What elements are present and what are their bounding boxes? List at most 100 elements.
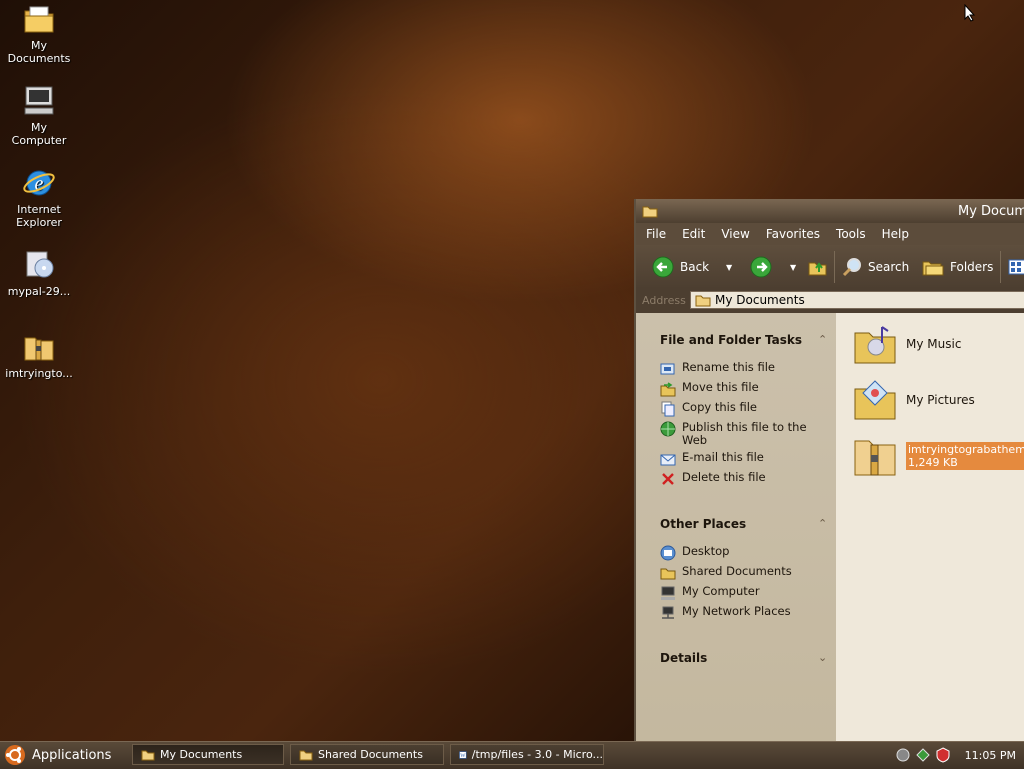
menu-tools[interactable]: Tools	[836, 227, 866, 241]
file-text-block: imtryingtograbathem 1,249 KB	[906, 442, 1024, 470]
copy-icon	[661, 401, 675, 417]
folders-button[interactable]: Folders	[922, 245, 993, 289]
computer-icon	[661, 586, 675, 600]
word-document-icon: W	[459, 750, 467, 759]
desktop-icon-zip[interactable]: imtryingto...	[0, 330, 78, 380]
task-copy[interactable]: Copy this file	[660, 401, 830, 417]
window-title: My Docum	[958, 204, 1024, 219]
file-item-my-pictures[interactable]: My Pictures	[852, 377, 975, 423]
address-field[interactable]: My Documents	[690, 291, 1024, 309]
back-arrow-icon	[652, 256, 674, 278]
file-name: imtryingtograbathem	[908, 443, 1024, 456]
menu-file[interactable]: File	[646, 227, 666, 241]
menu-view[interactable]: View	[721, 227, 749, 241]
taskbar-button-word[interactable]: W /tmp/files - 3.0 - Micro...	[450, 744, 604, 765]
file-item-my-music[interactable]: My Music	[852, 321, 961, 367]
forward-button[interactable]	[750, 245, 772, 289]
other-places-heading[interactable]: Other Places	[660, 517, 746, 531]
desktop-icon-label: Internet Explorer	[16, 203, 62, 229]
explorer-window[interactable]: My Docum File Edit View Favorites Tools …	[634, 199, 1024, 741]
chevron-down-icon[interactable]: ⌄	[818, 651, 827, 664]
internet-explorer-icon: e	[23, 170, 55, 196]
file-name: My Music	[906, 337, 962, 351]
file-item-zip[interactable]: imtryingtograbathem 1,249 KB	[852, 433, 1024, 479]
desktop-icon-internet-explorer[interactable]: e Internet Explorer	[0, 166, 78, 229]
task-label: Delete this file	[682, 470, 766, 484]
task-email[interactable]: E-mail this file	[660, 451, 830, 467]
ubuntu-logo-icon	[5, 745, 25, 765]
search-label: Search	[868, 260, 910, 274]
back-button[interactable]: Back	[652, 245, 709, 289]
task-rename[interactable]: Rename this file	[660, 361, 830, 377]
file-list: My Music My Pictures imtryingtograbathem	[836, 313, 1024, 741]
menu-bar: File Edit View Favorites Tools Help	[636, 223, 1024, 245]
folders-icon	[922, 261, 944, 276]
taskbar-button-my-documents[interactable]: My Documents	[132, 744, 284, 765]
music-folder-icon	[854, 326, 896, 364]
place-shared-documents[interactable]: Shared Documents	[660, 565, 830, 581]
place-label: My Computer	[682, 584, 760, 598]
chevron-up-icon[interactable]: ⌃	[818, 517, 827, 530]
details-heading[interactable]: Details	[660, 651, 707, 665]
place-desktop[interactable]: Desktop	[660, 545, 830, 561]
desktop-icon-mypal[interactable]: mypal-29...	[0, 248, 78, 298]
views-button[interactable]	[1008, 245, 1024, 289]
back-dropdown-button[interactable]: ▼	[726, 245, 732, 289]
security-shield-icon[interactable]	[935, 747, 951, 763]
folder-icon	[299, 750, 313, 760]
file-tasks-heading[interactable]: File and Folder Tasks	[660, 333, 802, 347]
installer-cd-icon	[26, 251, 54, 278]
network-places-icon	[662, 606, 674, 619]
pictures-folder-icon	[854, 380, 896, 420]
views-grid-icon	[1008, 259, 1024, 275]
taskbar: Applications My Documents Shared Documen…	[0, 741, 1024, 769]
task-label: Rename this file	[682, 360, 775, 374]
desktop-icon	[660, 545, 676, 561]
up-folder-button[interactable]	[808, 245, 828, 289]
applications-menu[interactable]: Applications	[4, 744, 111, 766]
chevron-down-icon: ▼	[790, 262, 797, 272]
taskbar-button-label: My Documents	[160, 748, 243, 761]
place-network[interactable]: My Network Places	[660, 605, 830, 621]
menu-favorites[interactable]: Favorites	[766, 227, 820, 241]
menu-help[interactable]: Help	[882, 227, 909, 241]
task-publish[interactable]: Publish this file to the Web	[660, 421, 830, 447]
folder-icon	[141, 750, 155, 760]
network-tray-icon[interactable]	[895, 747, 911, 763]
toolbar: Back ▼ ▼ Search Folders	[636, 245, 1024, 289]
desktop-icon-label: My Computer	[11, 121, 67, 147]
task-pane: File and Folder Tasks ⌃ Rename this file…	[636, 313, 836, 741]
desktop-icon-my-documents[interactable]: My Documents	[0, 2, 78, 65]
chevron-up-icon[interactable]: ⌃	[818, 333, 827, 346]
folder-icon	[660, 568, 676, 580]
forward-dropdown-button[interactable]: ▼	[790, 245, 796, 289]
desktop-icon-label: mypal-29...	[7, 285, 71, 298]
taskbar-button-label: Shared Documents	[318, 748, 423, 761]
address-label: Address	[642, 294, 686, 307]
menu-edit[interactable]: Edit	[682, 227, 705, 241]
task-move[interactable]: Move this file	[660, 381, 830, 397]
system-tray: 11:05 PM	[895, 744, 1016, 766]
place-label: My Network Places	[682, 604, 791, 618]
applications-label: Applications	[32, 747, 112, 763]
chevron-down-icon: ▼	[726, 262, 733, 272]
search-button[interactable]: Search	[842, 245, 909, 289]
toolbar-separator	[834, 251, 835, 283]
window-titlebar[interactable]: My Docum	[636, 199, 1024, 223]
computer-icon	[24, 86, 54, 115]
folder-icon	[695, 295, 711, 307]
window-content: File and Folder Tasks ⌃ Rename this file…	[636, 313, 1024, 741]
desktop-icon-my-computer[interactable]: My Computer	[0, 84, 78, 147]
update-tray-icon[interactable]	[915, 747, 931, 763]
zip-archive-icon	[854, 440, 896, 476]
back-label: Back	[680, 260, 710, 274]
task-delete[interactable]: Delete this file	[660, 471, 830, 487]
task-label: E-mail this file	[682, 450, 764, 464]
task-label: Move this file	[682, 380, 759, 394]
task-label: Publish this file to the Web	[682, 420, 807, 447]
rename-icon	[660, 363, 675, 375]
place-my-computer[interactable]: My Computer	[660, 585, 830, 601]
clock[interactable]: 11:05 PM	[965, 749, 1016, 762]
zip-archive-icon	[24, 337, 54, 361]
taskbar-button-shared-documents[interactable]: Shared Documents	[290, 744, 444, 765]
